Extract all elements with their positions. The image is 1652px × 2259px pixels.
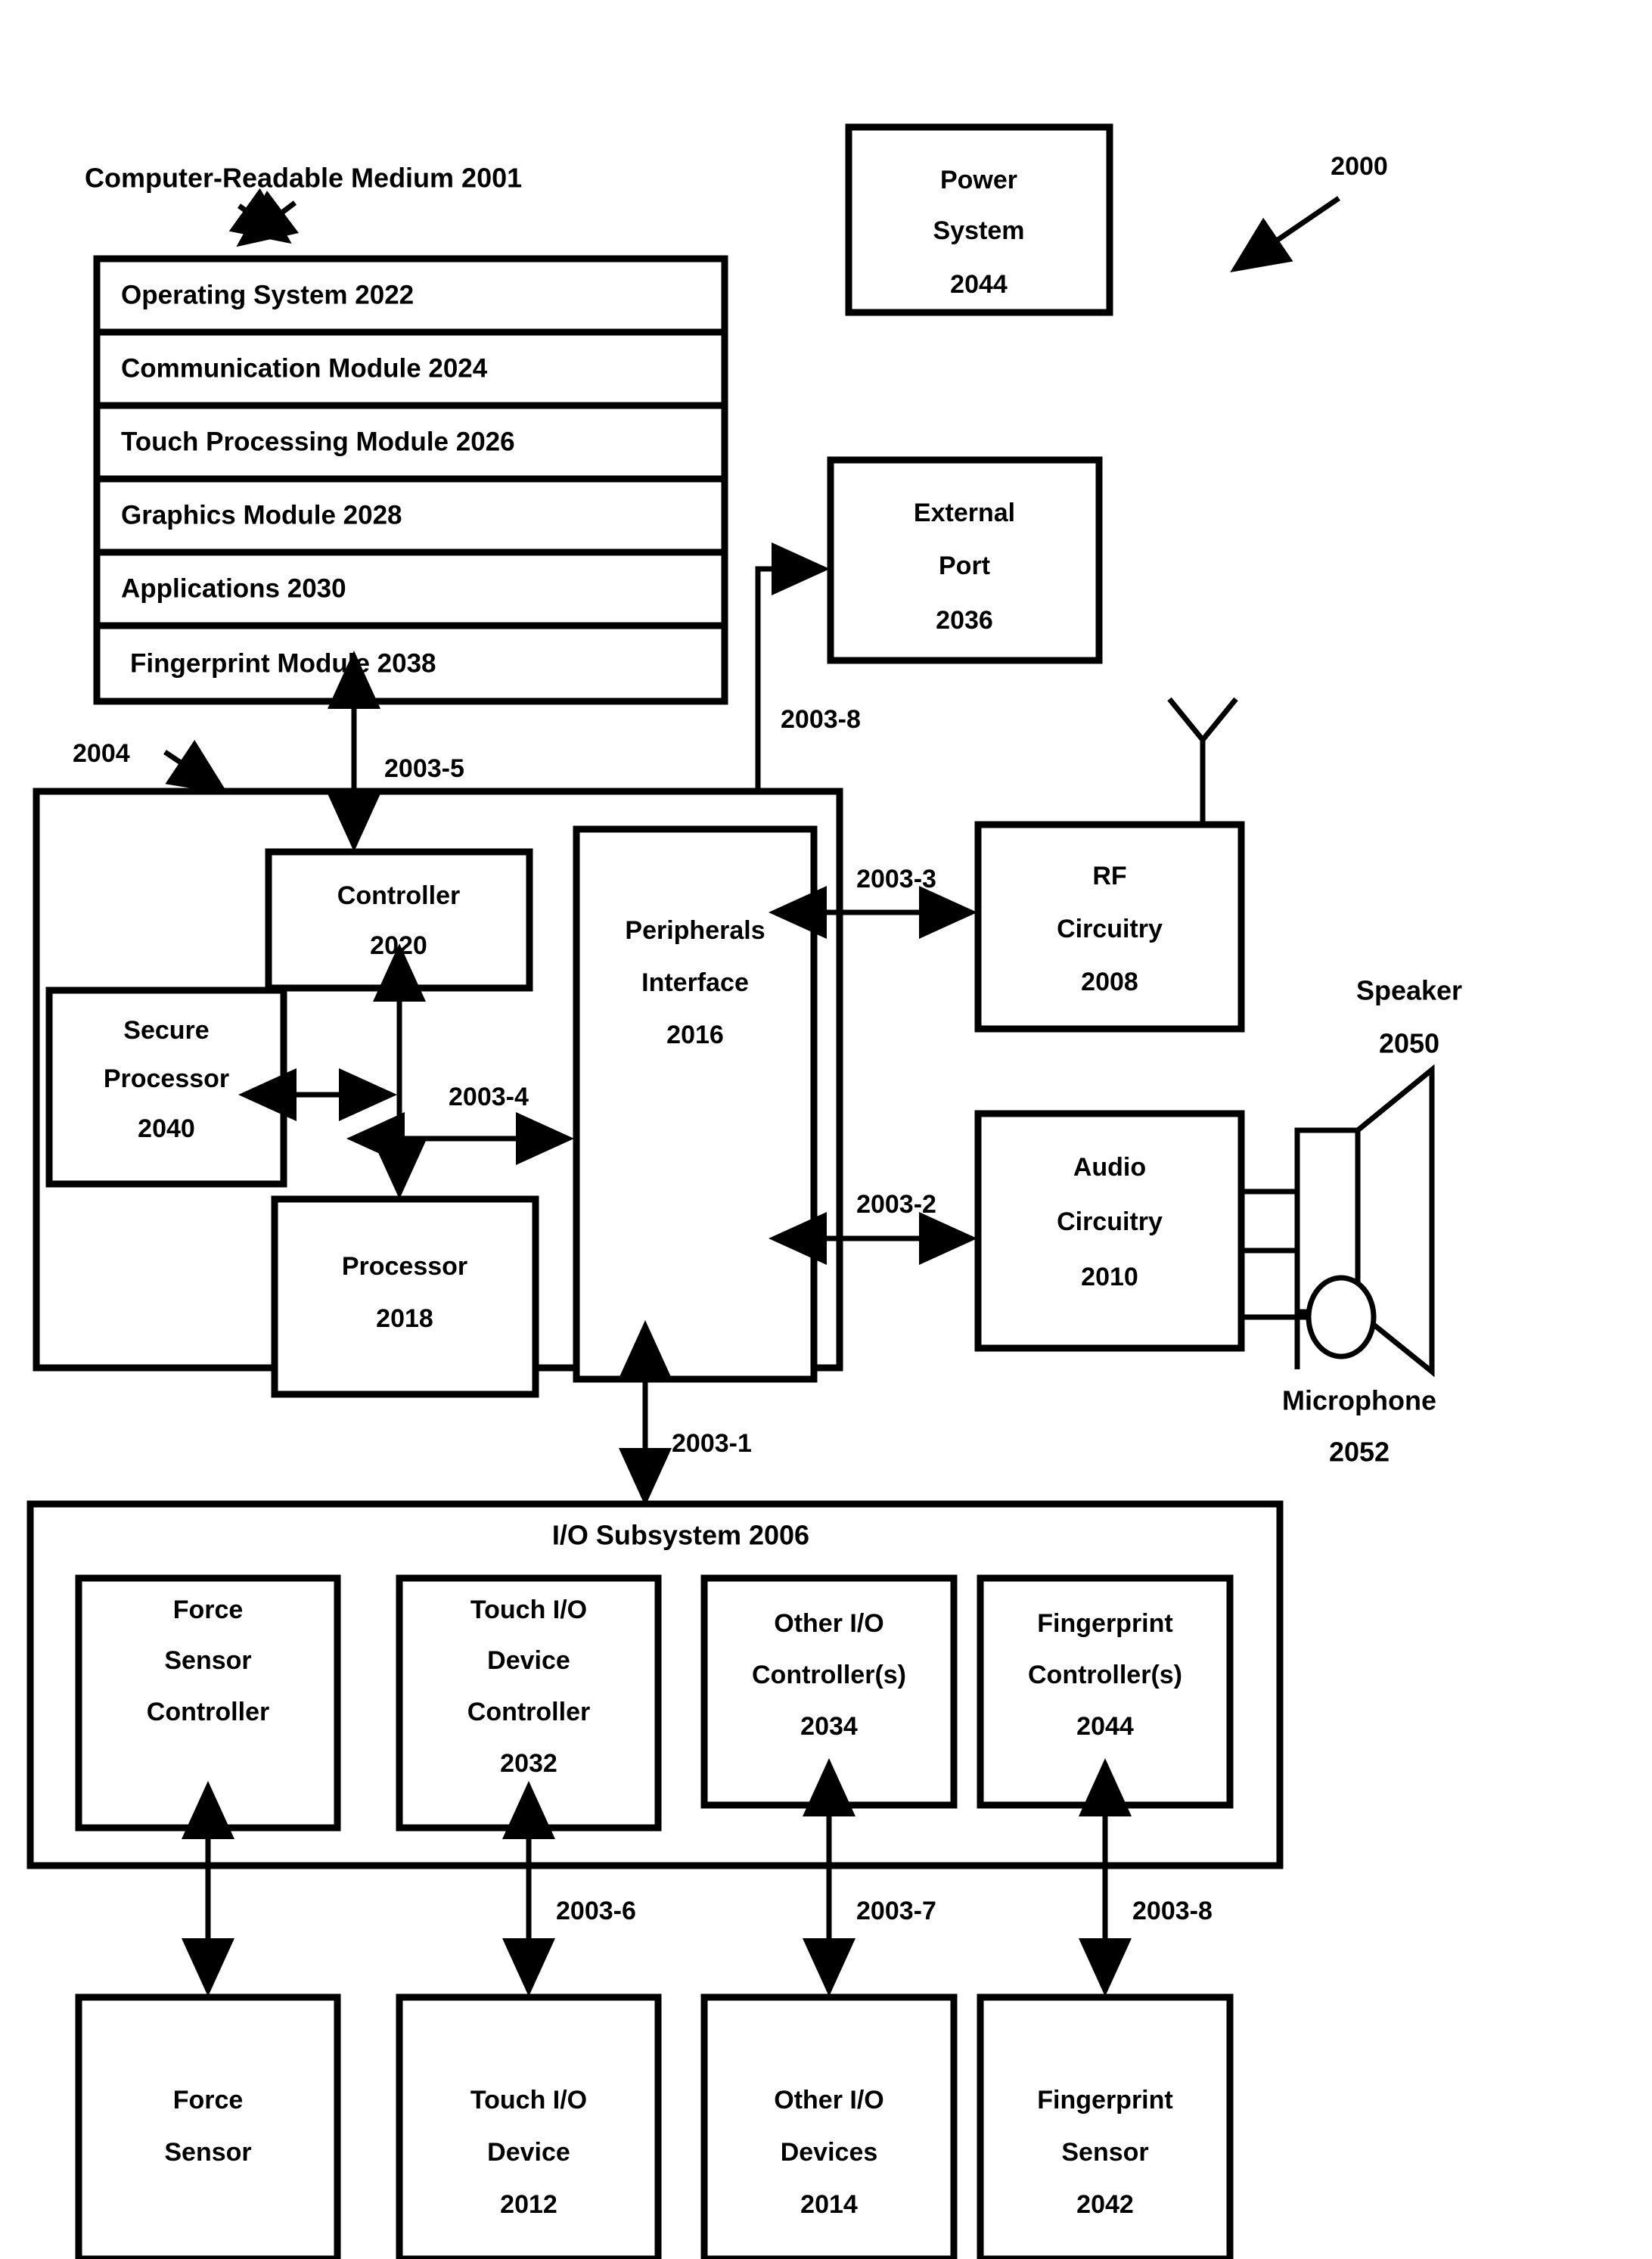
external-port-line-2: 2036 <box>936 606 993 635</box>
peripherals-interface-line-0: Peripherals <box>625 916 765 945</box>
processor-line-0: Processor <box>342 1252 467 1281</box>
io-device-1-line-1: Device <box>487 2138 570 2167</box>
io-controller-1-line-2: Controller <box>467 1698 590 1726</box>
io-controller-0-line-1: Sensor <box>164 1646 251 1675</box>
io-device-box-3 <box>977 1993 1234 2259</box>
io-device-3-line-1: Sensor <box>1061 2138 1148 2167</box>
io-subsystem-title: I/O Subsystem 2006 <box>552 1520 809 1551</box>
controller-box <box>265 848 533 992</box>
external-port-line-1: Port <box>939 552 990 580</box>
io-device-box-2 <box>700 1993 958 2259</box>
controller-line-0: Controller <box>337 881 460 910</box>
io-device-1-line-2: 2012 <box>500 2190 557 2219</box>
crm-module-stack: Operating System 2022 Communication Modu… <box>93 255 728 705</box>
io-controller-1-line-0: Touch I/O <box>470 1596 587 1624</box>
bus-label-2003-5: 2003-5 <box>384 754 464 783</box>
io-controller-1-line-1: Device <box>487 1646 570 1675</box>
io-controller-2-line-1: Controller(s) <box>752 1661 906 1689</box>
bus-label-2003-8-fingerprint: 2003-8 <box>1132 1897 1213 1925</box>
crm-module-label-2: Touch Processing Module 2026 <box>121 427 515 456</box>
io-controller-3-line-0: Fingerprint <box>1037 1609 1172 1638</box>
rf-circuitry-line-2: 2008 <box>1081 968 1138 996</box>
processor-line-1: 2018 <box>376 1304 433 1333</box>
io-device-3-line-0: Fingerprint <box>1037 2086 1172 2115</box>
io-device-1-line-0: Touch I/O <box>470 2086 587 2115</box>
power-system-line-0: Power <box>940 166 1017 194</box>
io-controller-3-line-2: 2044 <box>1076 1712 1134 1741</box>
block-diagram: Computer-Readable Medium 2001 Operating … <box>26 123 1462 2259</box>
crm-module-label-1: Communication Module 2024 <box>121 353 488 383</box>
peripherals-interface-line-1: Interface <box>641 968 749 997</box>
crm-module-label-4: Applications 2030 <box>121 573 346 603</box>
io-device-2-line-1: Devices <box>781 2138 878 2167</box>
io-controller-2-line-0: Other I/O <box>774 1609 883 1638</box>
bus-label-2003-3: 2003-3 <box>856 865 936 893</box>
figure-canvas: Computer-Readable Medium 2001 Operating … <box>0 0 1652 2259</box>
device-block-leader-line <box>163 740 228 794</box>
bus-label-2003-7: 2003-7 <box>856 1897 936 1925</box>
figure-id-label: 2000 <box>1331 152 1388 181</box>
device-block-label: 2004 <box>73 739 130 768</box>
crm-module-label-5: Fingerprint Module 2038 <box>130 648 436 678</box>
io-device-2-line-2: 2014 <box>800 2190 858 2219</box>
secure-processor-line-1: Processor <box>104 1064 229 1093</box>
io-device-0-line-0: Force <box>173 2086 244 2115</box>
secure-processor-line-2: 2040 <box>138 1114 195 1143</box>
crm-module-label-0: Operating System 2022 <box>121 280 414 309</box>
controller-line-1: 2020 <box>370 931 427 960</box>
bus-label-2003-8-port: 2003-8 <box>781 705 861 734</box>
io-controller-2-line-2: 2034 <box>800 1712 858 1741</box>
bus-label-2003-6: 2003-6 <box>556 1897 636 1925</box>
io-controller-3-line-1: Controller(s) <box>1028 1661 1182 1689</box>
crm-module-label-3: Graphics Module 2028 <box>121 500 402 530</box>
microphone-line-0: Microphone <box>1282 1385 1436 1416</box>
io-device-2-line-0: Other I/O <box>774 2086 883 2115</box>
io-device-box-0 <box>75 1993 341 2259</box>
io-device-3-line-2: 2042 <box>1076 2190 1134 2219</box>
audio-circuitry-line-0: Audio <box>1073 1153 1146 1182</box>
audio-circuitry-line-1: Circuitry <box>1057 1207 1163 1236</box>
speaker-line-0: Speaker <box>1356 975 1462 1006</box>
bus-label-2003-2: 2003-2 <box>856 1190 936 1219</box>
crm-title: Computer-Readable Medium 2001 <box>85 163 522 194</box>
rf-circuitry-line-1: Circuitry <box>1057 915 1163 943</box>
external-port-line-0: External <box>914 499 1015 527</box>
audio-circuitry-line-2: 2010 <box>1081 1263 1138 1291</box>
rf-circuitry-line-0: RF <box>1092 862 1126 890</box>
io-device-0-line-1: Sensor <box>164 2138 251 2167</box>
peripherals-interface-line-2: 2016 <box>666 1021 724 1049</box>
speaker-line-1: 2050 <box>1379 1028 1439 1059</box>
bus-label-2003-4: 2003-4 <box>449 1083 529 1111</box>
io-controller-0-line-2: Controller <box>147 1698 269 1726</box>
bus-label-2003-1: 2003-1 <box>672 1429 752 1458</box>
microphone-line-1: 2052 <box>1329 1437 1390 1468</box>
io-controller-1-line-3: 2032 <box>500 1749 557 1778</box>
io-device-box-1 <box>396 1993 662 2259</box>
io-controller-0-line-0: Force <box>173 1596 244 1624</box>
peripherals-interface-box <box>573 825 818 1383</box>
antenna-icon <box>1167 697 1238 825</box>
power-system-line-2: 2044 <box>950 270 1008 299</box>
figure-id-leader-line <box>1230 196 1340 272</box>
external-port-connector <box>755 542 830 797</box>
processor-box <box>271 1195 539 1398</box>
power-system-line-1: System <box>933 216 1025 245</box>
secure-processor-line-0: Secure <box>123 1016 209 1045</box>
